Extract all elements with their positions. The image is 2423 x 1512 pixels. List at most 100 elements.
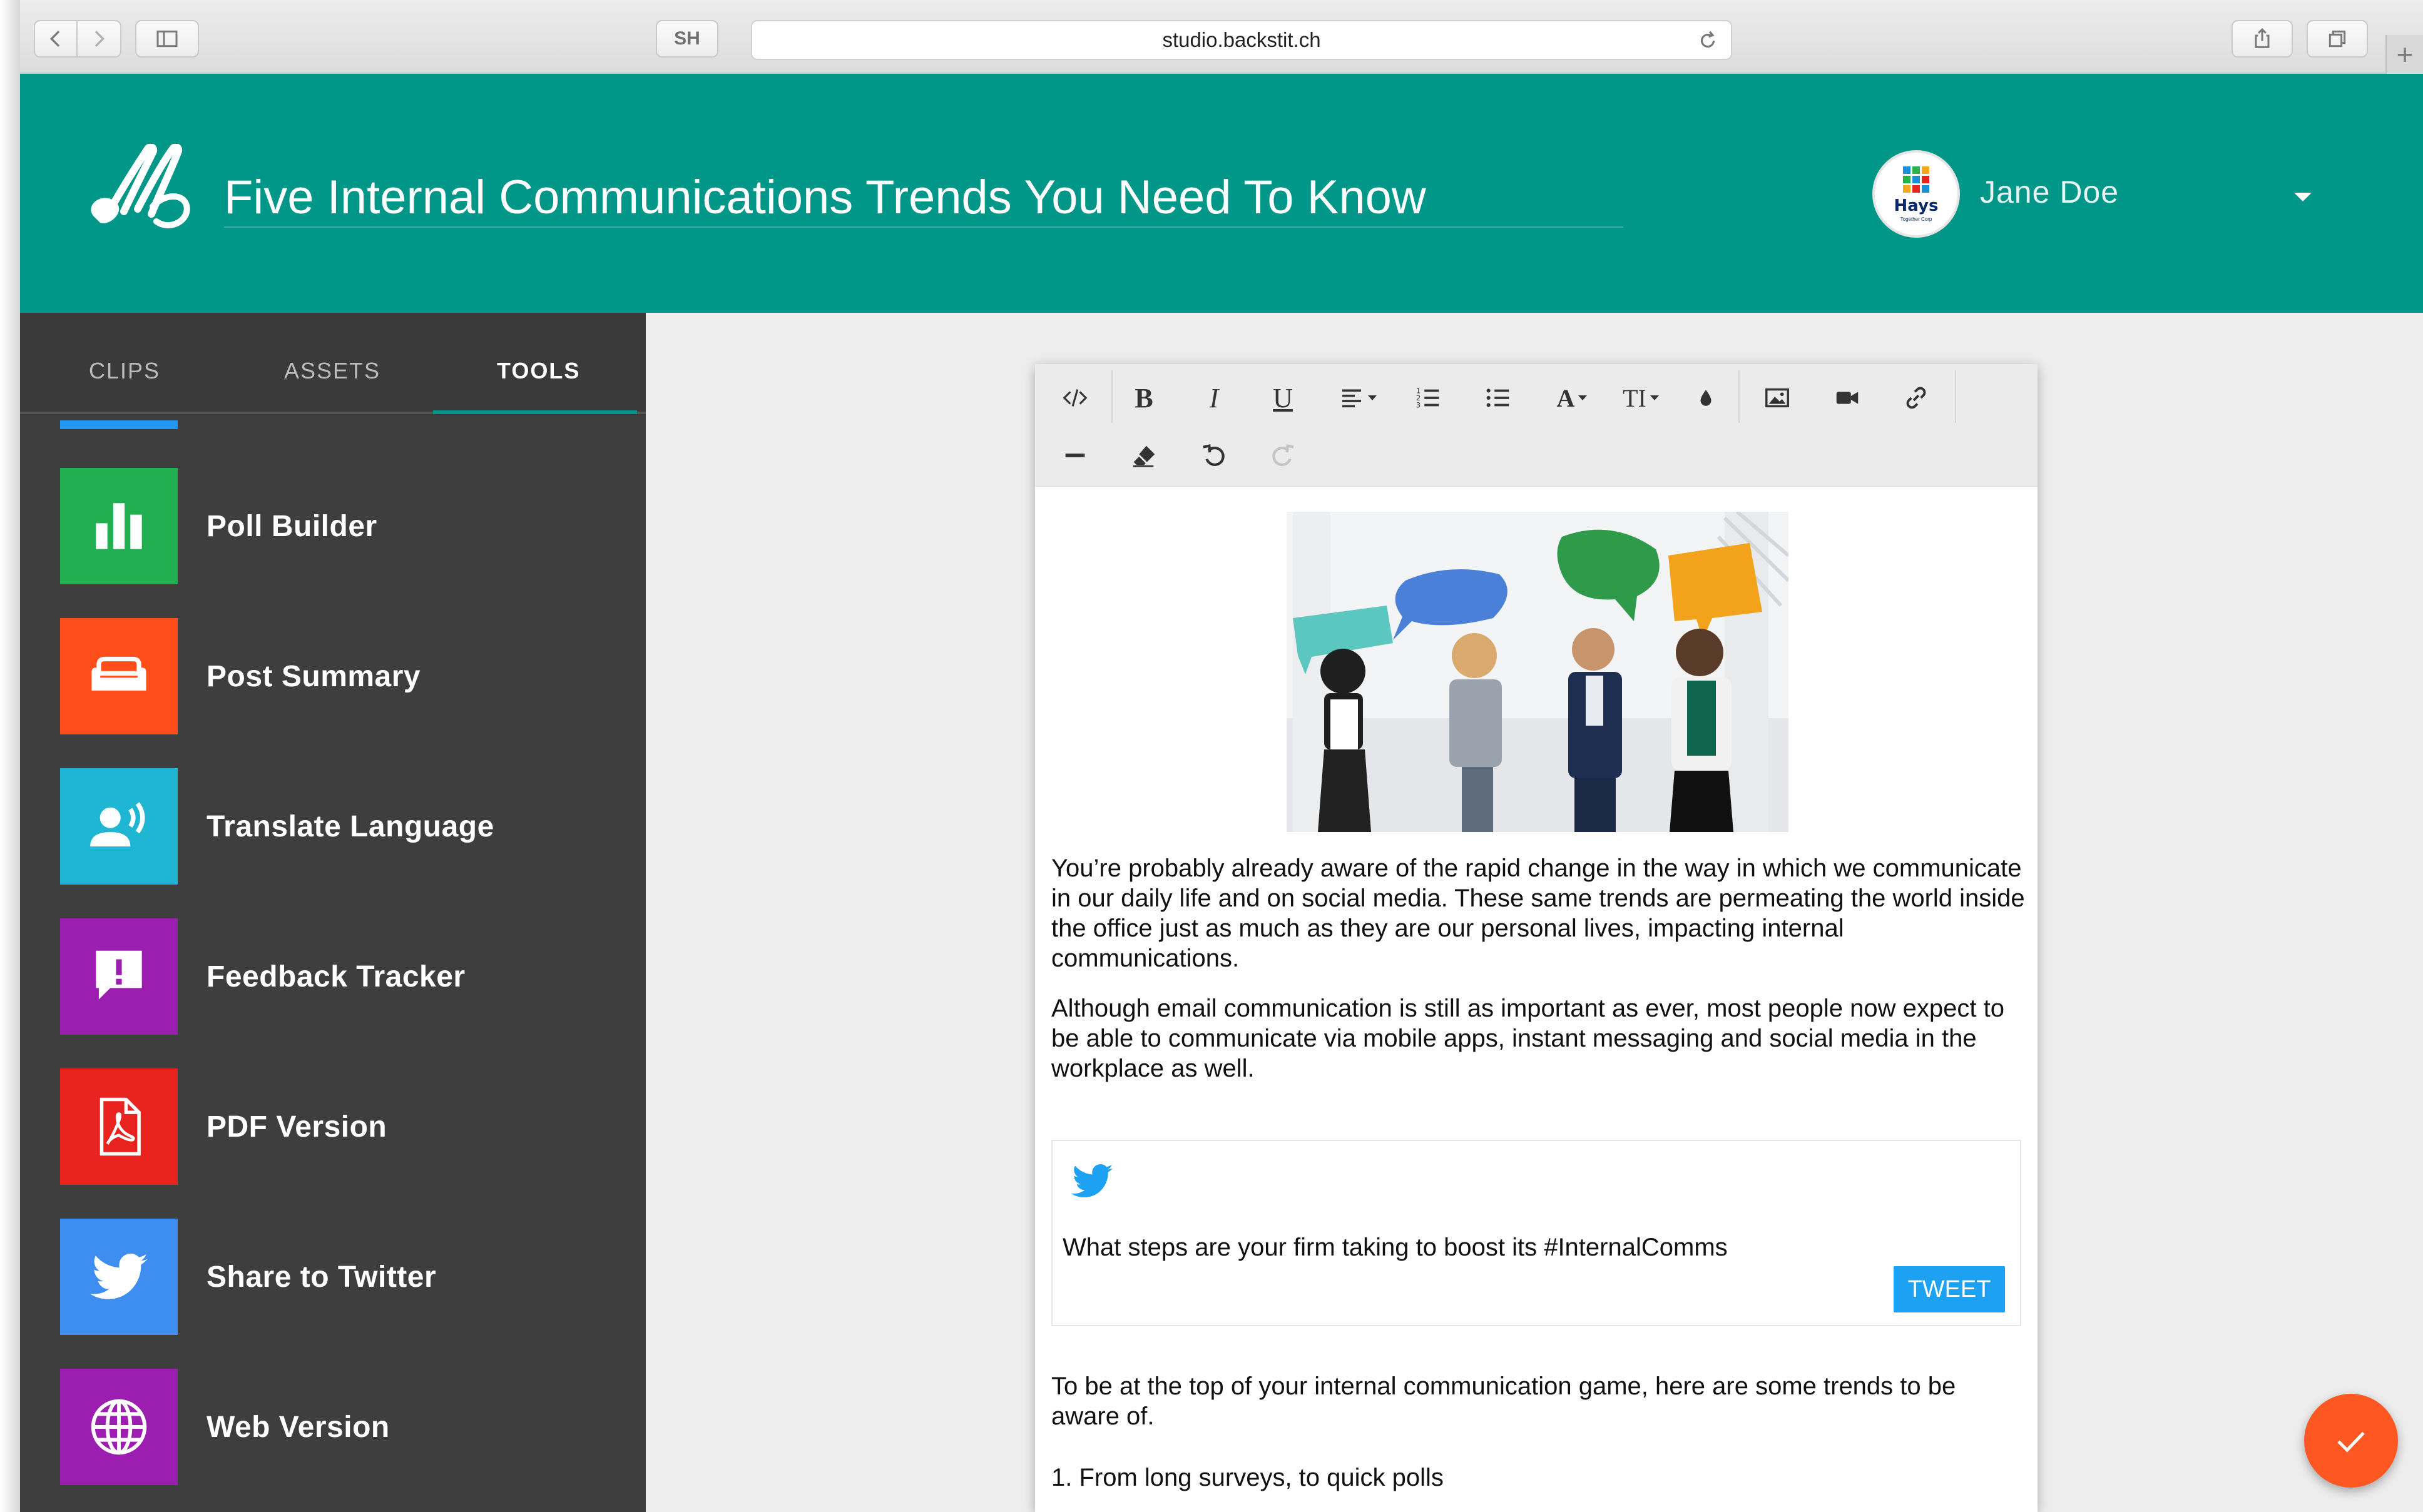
share-icon	[2255, 28, 2270, 48]
ordered-list-button[interactable]: 123	[1397, 370, 1459, 425]
insert-image-button[interactable]	[1746, 370, 1808, 425]
sidebar: CLIPS ASSETS TOOLS Poll Builder Post Sum…	[20, 313, 646, 1512]
hays-logo-icon	[1903, 166, 1929, 193]
avatar-brand: Hays	[1894, 196, 1939, 215]
avatar-tagline: Together Corp	[1900, 216, 1932, 222]
horizontal-rule-button[interactable]	[1044, 428, 1106, 483]
pdf-icon	[99, 1097, 141, 1156]
tabs-overview-button[interactable]	[2307, 20, 2368, 58]
translate-language-tile	[60, 768, 178, 885]
tool-pdf-version[interactable]: PDF Version	[60, 1068, 636, 1185]
font-dropdown[interactable]: A	[1541, 370, 1603, 425]
eraser-icon	[1132, 445, 1155, 467]
post-title-input[interactable]: Five Internal Communications Trends You …	[224, 168, 1623, 228]
font-label: A	[1556, 383, 1575, 412]
new-tab-button[interactable]: +	[2385, 35, 2423, 74]
font-size-dropdown[interactable]: TI	[1609, 370, 1672, 425]
undo-icon	[1203, 444, 1225, 466]
tool-label: Translate Language	[207, 809, 494, 843]
web-version-tile	[60, 1369, 178, 1485]
link-icon	[1906, 387, 1926, 409]
chevron-right-icon	[94, 31, 105, 47]
poll-builder-tile	[60, 468, 178, 584]
tab-assets[interactable]: ASSETS	[284, 358, 380, 384]
tool-label: PDF Version	[207, 1110, 387, 1144]
ordered-list-icon: 123	[1416, 386, 1439, 409]
active-tab-indicator	[433, 410, 637, 414]
sidebar-icon	[156, 30, 178, 48]
sidebar-tabs: CLIPS ASSETS TOOLS	[20, 313, 646, 415]
toolbar-separator	[1738, 370, 1740, 423]
twitter-icon	[90, 1253, 148, 1299]
insert-link-button[interactable]	[1885, 370, 1947, 425]
insert-video-button[interactable]	[1816, 370, 1879, 425]
editor-toolbar: B I U 123 A TI	[1035, 364, 2038, 487]
tool-label: Web Version	[207, 1410, 390, 1444]
horizontal-rule-icon	[1065, 454, 1085, 457]
tool-feedback-tracker[interactable]: Feedback Tracker	[60, 918, 636, 1035]
pdf-version-tile	[60, 1068, 178, 1185]
speaker-person-icon	[90, 802, 145, 847]
forward-button[interactable]	[78, 20, 121, 58]
back-button[interactable]	[34, 20, 78, 58]
sh-extension-button[interactable]: SH	[656, 20, 718, 58]
tabs-icon	[2329, 30, 2346, 48]
redo-icon	[1272, 444, 1294, 466]
undo-button[interactable]	[1183, 428, 1245, 483]
image-icon	[1765, 388, 1789, 408]
tool-web-version[interactable]: Web Version	[60, 1369, 636, 1485]
align-left-icon	[1342, 389, 1361, 408]
backstitch-logo-icon	[91, 144, 190, 228]
post-summary-tile	[60, 618, 178, 734]
list-item-1[interactable]: 1. From long surveys, to quick polls	[1051, 1463, 2028, 1493]
tool-label: Post Summary	[207, 659, 421, 693]
window-edge-shadow	[0, 0, 20, 1512]
reload-icon[interactable]	[1696, 29, 1720, 53]
code-view-button[interactable]	[1044, 370, 1106, 425]
bold-button[interactable]: B	[1113, 370, 1175, 425]
underline-button[interactable]: U	[1252, 370, 1314, 425]
paragraph-1[interactable]: You’re probably already aware of the rap…	[1051, 853, 2028, 973]
hero-image	[1287, 512, 1788, 832]
toolbar-separator	[1955, 370, 1956, 423]
publish-fab-button[interactable]	[2304, 1394, 2398, 1488]
user-menu-caret-icon[interactable]	[2294, 193, 2312, 201]
avatar[interactable]: Hays Together Corp	[1872, 150, 1960, 238]
bullet-list-button[interactable]	[1467, 370, 1529, 425]
url-bar[interactable]: studio.backstit.ch	[751, 20, 1732, 60]
tab-tools[interactable]: TOOLS	[497, 358, 580, 384]
tweet-button[interactable]: TWEET	[1894, 1266, 2005, 1312]
paragraph-2[interactable]: Although email communication is still as…	[1051, 993, 2028, 1083]
tool-share-to-twitter[interactable]: Share to Twitter	[60, 1219, 636, 1335]
code-icon	[1063, 389, 1088, 407]
browser-chrome: SH studio.backstit.ch +	[20, 0, 2423, 74]
tweet-clip: What steps are your firm taking to boost…	[1051, 1140, 2021, 1326]
globe-icon	[91, 1399, 147, 1455]
paragraph-3[interactable]: To be at the top of your internal commun…	[1051, 1371, 2028, 1431]
share-button[interactable]	[2232, 20, 2293, 58]
italic-button[interactable]: I	[1183, 370, 1245, 425]
chevron-left-icon	[49, 31, 60, 47]
sidebar-toggle-button[interactable]	[135, 20, 199, 58]
tool-poll-builder[interactable]: Poll Builder	[60, 468, 636, 584]
url-text: studio.backstit.ch	[1162, 28, 1321, 51]
bullet-list-icon	[1486, 388, 1509, 407]
previous-tool-remnant	[60, 420, 178, 429]
feedback-tracker-tile	[60, 918, 178, 1035]
share-to-twitter-tile	[60, 1219, 178, 1335]
sofa-icon	[91, 656, 146, 691]
tool-post-summary[interactable]: Post Summary	[60, 618, 636, 734]
text-color-button[interactable]	[1675, 370, 1737, 425]
editor-content[interactable]: You’re probably already aware of the rap…	[1035, 487, 2038, 1512]
tweet-text: What steps are your firm taking to boost…	[1063, 1234, 1728, 1261]
redo-button[interactable]	[1252, 428, 1314, 483]
tool-label: Share to Twitter	[207, 1260, 437, 1294]
tool-translate-language[interactable]: Translate Language	[60, 768, 636, 885]
checkmark-icon	[2337, 1431, 2365, 1453]
user-name[interactable]: Jane Doe	[1980, 174, 2119, 210]
align-dropdown[interactable]	[1327, 370, 1389, 425]
tab-clips[interactable]: CLIPS	[89, 358, 160, 384]
clear-format-button[interactable]	[1113, 428, 1175, 483]
editor: B I U 123 A TI You’re probably already a…	[1035, 364, 2038, 1512]
tool-label: Feedback Tracker	[207, 960, 466, 993]
